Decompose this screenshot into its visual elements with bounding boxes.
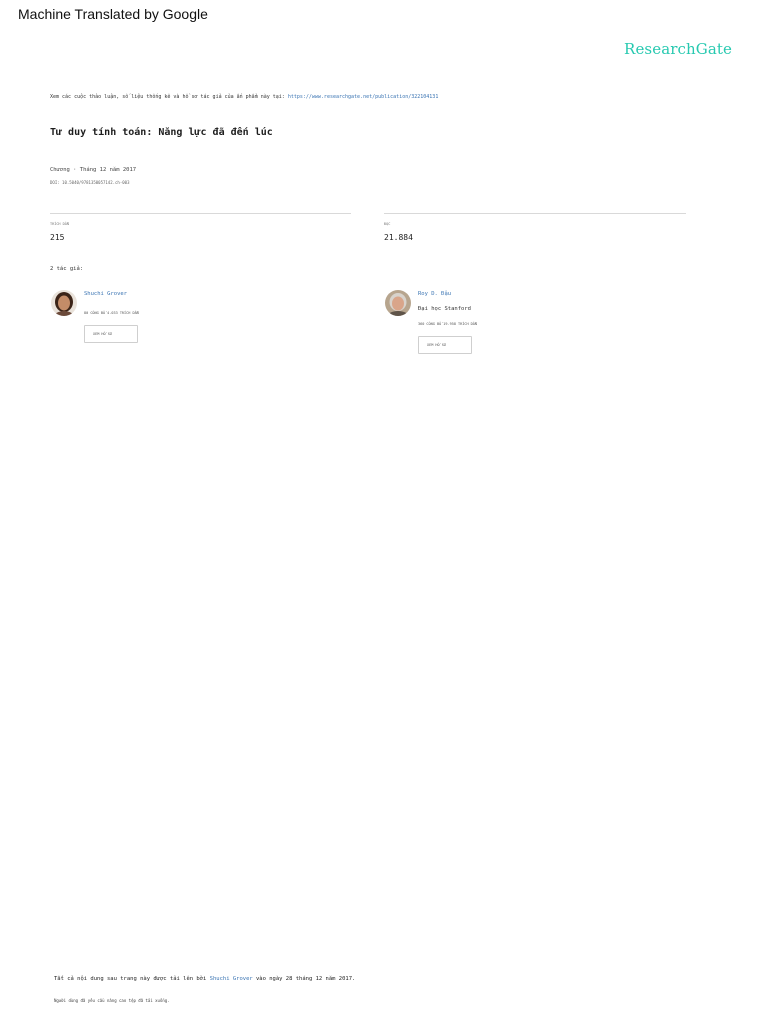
avatar-photo-icon [51,290,77,316]
view-profile-button-shuchi-grover[interactable]: XEM HỒ SƠ [84,325,138,343]
author-name-roy-pea[interactable]: Roy D. Đậu [418,291,451,297]
view-profile-button-roy-pea[interactable]: XEM HỒ SƠ [418,336,472,354]
publication-meta: Chương · Tháng 12 năm 2017 [50,167,137,173]
author-avatar-shuchi-grover[interactable] [51,290,77,316]
machine-translation-banner: Machine Translated by Google [18,6,208,22]
reads-label: ĐỌC [384,222,391,226]
authors-label: 2 tác giả: [50,266,84,272]
publication-link[interactable]: https://www.researchgate.net/publication… [288,94,439,100]
author-stats-shuchi-grover: 80 CÔNG BỐ 4.033 TRÍCH DẪN [84,311,139,315]
doi: DOI: 10.5040/9781350057142.ch-003 [50,180,130,185]
upload-notice: Tất cả nội dung sau trang này được tải l… [54,976,355,982]
download-enhancement-note: Người dùng đã yêu cầu nâng cao tệp đã tả… [54,998,170,1003]
intro-line: Xem các cuộc thảo luận, số liệu thống kê… [50,94,438,100]
citations-divider [50,213,351,214]
intro-text: Xem các cuộc thảo luận, số liệu thống kê… [50,94,288,100]
upload-notice-prefix: Tất cả nội dung sau trang này được tải l… [54,976,210,982]
researchgate-logo[interactable]: ResearchGate [624,40,732,58]
citations-count: 215 [50,233,65,242]
avatar-photo-icon [385,290,411,316]
author-avatar-roy-pea[interactable] [385,290,411,316]
uploader-link[interactable]: Shuchi Grover [210,976,253,982]
author-stats-roy-pea: 360 CÔNG BỐ 19.958 TRÍCH DẪN [418,322,478,326]
citations-label: TRÍCH DẪN [50,222,69,226]
document-title: Tư duy tính toán: Năng lực đã đến lúc [50,127,273,138]
upload-notice-suffix: vào ngày 28 tháng 12 năm 2017. [252,976,356,982]
reads-divider [384,213,686,214]
author-name-shuchi-grover[interactable]: Shuchi Grover [84,291,127,297]
reads-count: 21.884 [384,233,413,242]
author-institution-roy-pea: Đại học Stanford [418,306,471,312]
